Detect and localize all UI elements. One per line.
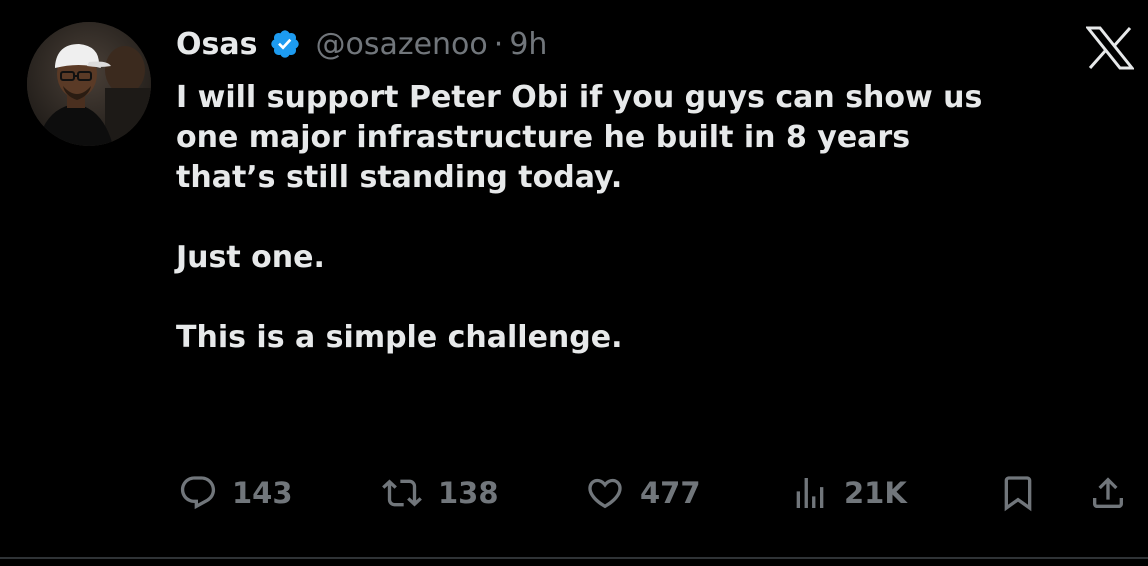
display-name[interactable]: Osas [176, 27, 257, 62]
bookmark-button[interactable] [998, 470, 1038, 516]
x-logo-icon [1084, 26, 1136, 70]
bookmark-icon [998, 472, 1038, 514]
share-icon [1088, 473, 1128, 513]
verified-badge-icon [269, 28, 301, 60]
views-count: 21K [844, 476, 907, 510]
reply-icon [178, 473, 218, 513]
tweet-actions: 143 138 477 21K [176, 470, 1136, 516]
tweet[interactable]: Osas @osazenoo · 9h I will support Peter… [0, 0, 1148, 566]
repost-count: 138 [438, 476, 499, 510]
repost-icon [380, 473, 424, 513]
views-button[interactable]: 21K [790, 470, 907, 516]
reply-button[interactable]: 143 [178, 470, 293, 516]
tweet-paragraph: I will support Peter Obi if you guys can… [176, 80, 983, 195]
heart-icon [584, 473, 626, 513]
tweet-body: I will support Peter Obi if you guys can… [176, 78, 1136, 358]
share-button[interactable] [1088, 470, 1128, 516]
repost-button[interactable]: 138 [380, 470, 499, 516]
reply-count: 143 [232, 476, 293, 510]
tweet-paragraph: Just one. [176, 240, 325, 275]
tweet-paragraph: This is a simple challenge. [176, 320, 623, 355]
header-separator: · [493, 26, 504, 62]
like-button[interactable]: 477 [584, 470, 701, 516]
avatar[interactable] [27, 22, 151, 146]
avatar-photo [27, 22, 151, 146]
like-count: 477 [640, 476, 701, 510]
author-handle[interactable]: @osazenoo [315, 27, 487, 62]
divider [0, 557, 1148, 559]
tweet-header: Osas @osazenoo · 9h [176, 22, 547, 66]
tweet-timestamp[interactable]: 9h [509, 27, 547, 62]
views-icon [790, 473, 830, 513]
